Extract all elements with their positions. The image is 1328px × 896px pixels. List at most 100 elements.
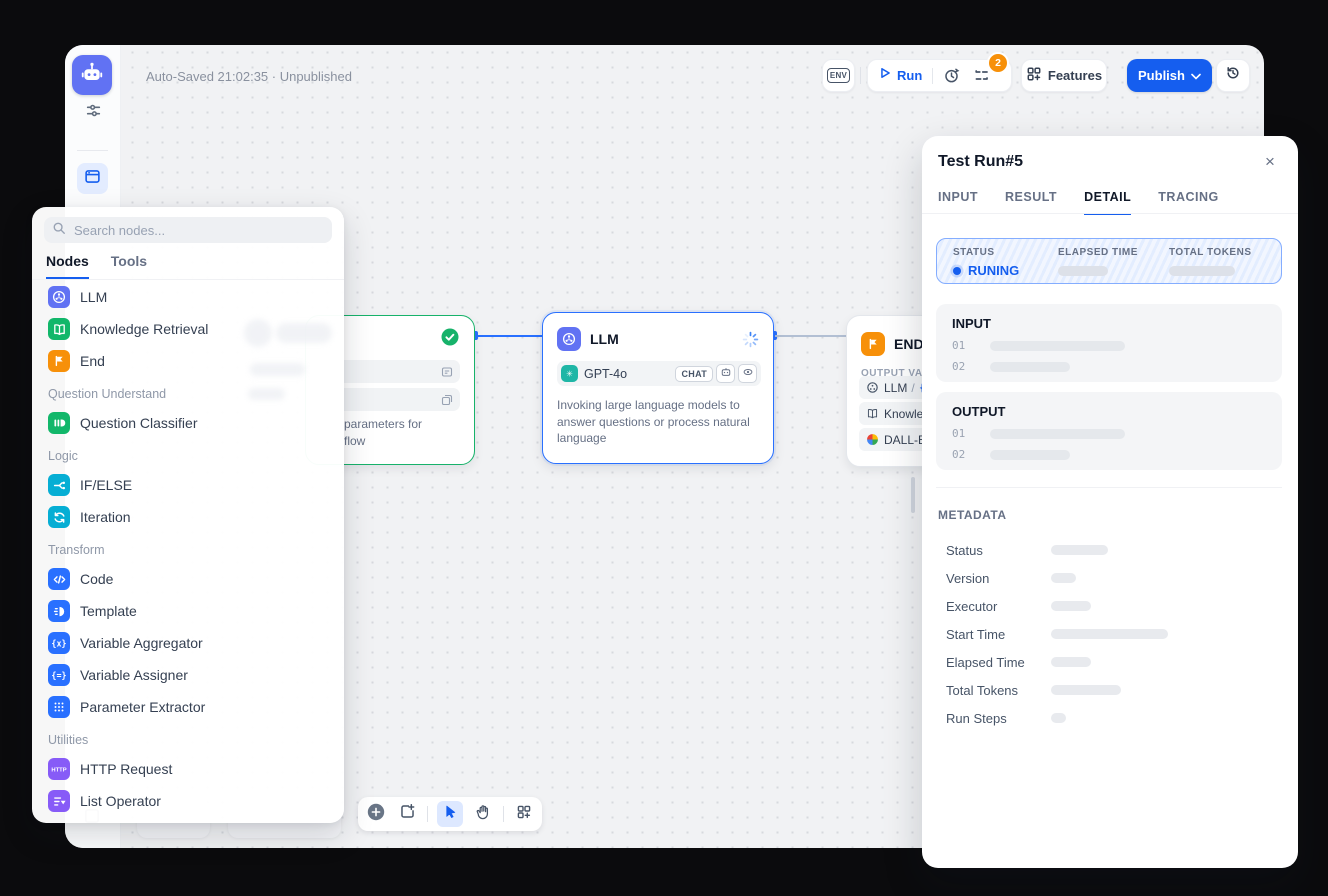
- listop-icon: [48, 790, 70, 812]
- paragraph-icon: [441, 394, 453, 406]
- svg-text:{x}: {x}: [51, 638, 66, 648]
- metadata-row-run-steps: Run Steps: [946, 704, 1276, 732]
- run-tab-detail[interactable]: DETAIL: [1084, 190, 1131, 215]
- node-item-list-operator[interactable]: List Operator: [32, 785, 344, 817]
- tab-nodes[interactable]: Nodes: [46, 253, 89, 279]
- node-item-http-request[interactable]: HTTPHTTP Request: [32, 753, 344, 785]
- code-icon: [48, 568, 70, 590]
- robot-badge-icon: [720, 365, 732, 383]
- rail-orchestrate-button[interactable]: [82, 102, 104, 124]
- var-assigner-icon: {=}: [48, 664, 70, 686]
- panel-resize-grip[interactable]: [911, 477, 915, 513]
- close-icon[interactable]: ×: [1258, 150, 1282, 174]
- env-button[interactable]: ENV: [822, 59, 855, 92]
- node-search-box: [44, 217, 332, 243]
- features-icon: [1026, 66, 1042, 85]
- play-icon[interactable]: [878, 66, 892, 85]
- input-card: INPUT 01 02: [936, 304, 1282, 382]
- elapsed-time-label: ELAPSED TIME: [1058, 247, 1169, 258]
- hand-icon: [475, 804, 491, 825]
- tab-tools[interactable]: Tools: [111, 253, 147, 279]
- run-button[interactable]: Run: [897, 68, 922, 83]
- node-item-llm[interactable]: LLM: [32, 281, 344, 313]
- section-divider: [936, 487, 1282, 488]
- panel-title: Test Run#5: [938, 153, 1023, 171]
- metadata-row-version: Version: [946, 564, 1276, 592]
- metadata-row-elapsed-time: Elapsed Time: [946, 648, 1276, 676]
- success-check-icon: [441, 328, 459, 346]
- metadata-rows: StatusVersionExecutorStart TimeElapsed T…: [946, 536, 1276, 732]
- organize-blocks-button[interactable]: [513, 803, 535, 825]
- metadata-skeleton: [1051, 545, 1108, 555]
- metadata-row-status: Status: [946, 536, 1276, 564]
- rail-preview-button[interactable]: [77, 163, 108, 194]
- version-history-button[interactable]: [1216, 59, 1250, 92]
- node-group-label: Utilities: [32, 723, 344, 753]
- llm-icon: [48, 286, 70, 308]
- metadata-skeleton: [1051, 657, 1091, 667]
- llm-icon: [557, 327, 581, 351]
- node-search-panel: Nodes Tools LLMKnowledge RetrievalEndQue…: [32, 207, 344, 823]
- node-item-knowledge-retrieval[interactable]: Knowledge Retrieval: [32, 313, 344, 345]
- classifier-icon: [48, 412, 70, 434]
- toolbar-divider: [427, 806, 428, 822]
- features-button[interactable]: Features: [1021, 59, 1107, 92]
- output-skeleton: [990, 450, 1070, 460]
- llm-node-title: LLM: [590, 331, 619, 347]
- run-history-icon[interactable]: [943, 67, 960, 84]
- run-tab-input[interactable]: INPUT: [938, 190, 978, 215]
- window-icon: [84, 168, 101, 190]
- node-item-variable-assigner[interactable]: {=}Variable Assigner: [32, 659, 344, 691]
- node-item-template[interactable]: Template: [32, 595, 344, 627]
- input-skeleton: [990, 362, 1070, 372]
- node-group-label: Transform: [32, 533, 344, 563]
- edge-start-to-llm[interactable]: [476, 335, 542, 337]
- app-logo[interactable]: [72, 55, 112, 95]
- node-item-iteration[interactable]: Iteration: [32, 501, 344, 533]
- node-item-if-else[interactable]: IF/ELSE: [32, 469, 344, 501]
- layout-icon: [516, 804, 532, 825]
- end-node-title: END: [894, 336, 924, 352]
- book-icon: [48, 318, 70, 340]
- search-input[interactable]: [72, 222, 306, 239]
- total-tokens-label: TOTAL TOKENS: [1169, 247, 1252, 258]
- end-flag-icon: [861, 332, 885, 356]
- add-node-button[interactable]: [365, 803, 387, 825]
- node-item-parameter-extractor[interactable]: Parameter Extractor: [32, 691, 344, 723]
- pointer-mode-button[interactable]: [437, 801, 463, 827]
- tabs-divider: [922, 213, 1298, 214]
- dalle-icon: [866, 433, 879, 446]
- run-tab-tracing[interactable]: TRACING: [1158, 190, 1218, 215]
- edge-llm-to-end[interactable]: [775, 335, 846, 337]
- search-icon: [52, 221, 66, 240]
- group-divider: [932, 68, 933, 84]
- node-group-label: Question Understand: [32, 377, 344, 407]
- add-note-button[interactable]: [396, 803, 418, 825]
- node-item-code[interactable]: Code: [32, 563, 344, 595]
- loop-icon: [48, 506, 70, 528]
- notification-badge: 2: [987, 52, 1009, 74]
- run-tab-result[interactable]: RESULT: [1005, 190, 1057, 215]
- run-button-group: Run 2: [867, 59, 1012, 92]
- publish-button[interactable]: Publish: [1127, 59, 1212, 92]
- hand-mode-button[interactable]: [472, 803, 494, 825]
- node-item-question-classifier[interactable]: Question Classifier: [32, 407, 344, 439]
- loading-spinner-icon: [742, 331, 759, 348]
- text-field-icon: [441, 366, 453, 378]
- run-panel-tabs: INPUT RESULT DETAIL TRACING: [938, 190, 1219, 215]
- status-label: STATUS: [953, 247, 1058, 258]
- openai-icon: ✳: [561, 365, 578, 382]
- panel-divider: [32, 279, 344, 280]
- vision-badge: [738, 364, 757, 383]
- model-selector[interactable]: ✳ GPT-4o CHAT: [557, 361, 761, 386]
- metadata-row-executor: Executor: [946, 592, 1276, 620]
- node-item-variable-aggregator[interactable]: {x}Variable Aggregator: [32, 627, 344, 659]
- llm-node[interactable]: LLM ✳ GPT-4o CHAT Invoking large languag…: [542, 312, 774, 464]
- tokens-skeleton: [1169, 266, 1235, 276]
- node-item-end[interactable]: End: [32, 345, 344, 377]
- toolbar-divider: [503, 806, 504, 822]
- rail-divider: [77, 150, 108, 151]
- plus-circle-icon: [367, 803, 385, 826]
- checklist-icon[interactable]: [973, 67, 990, 84]
- eye-icon: [742, 365, 754, 383]
